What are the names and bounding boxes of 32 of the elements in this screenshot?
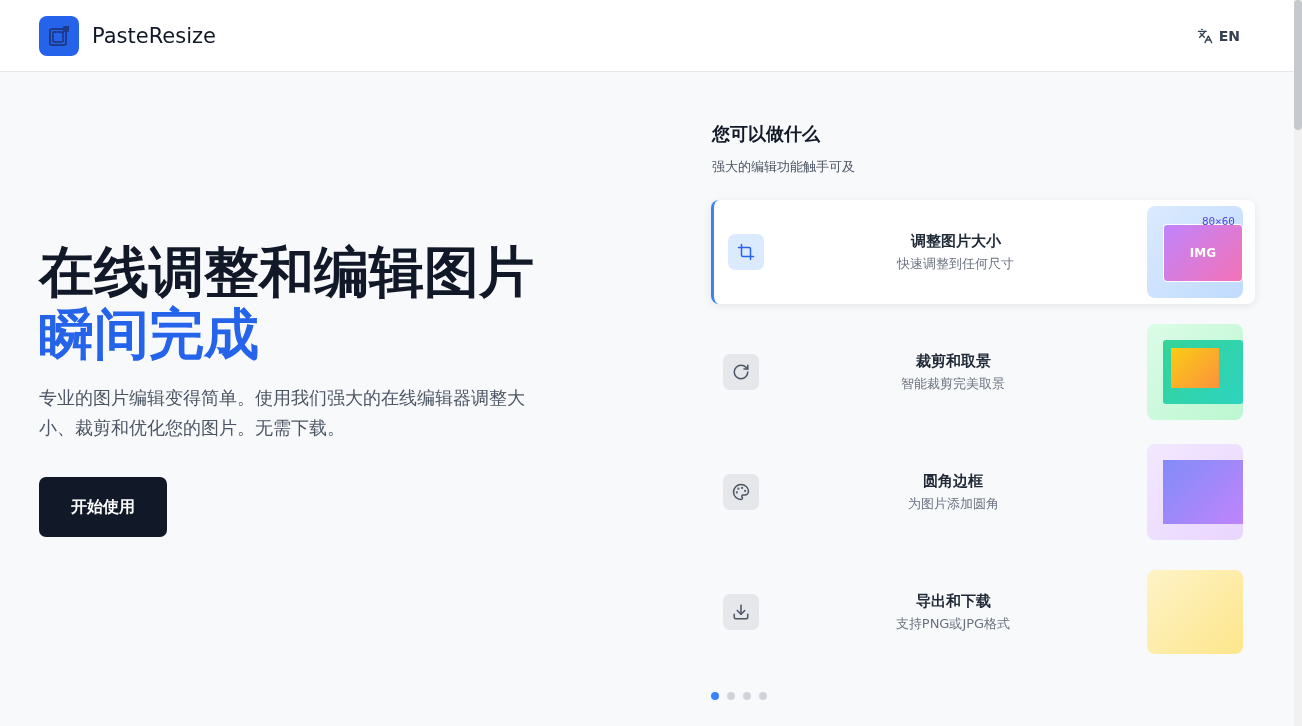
hero-description: 专业的图片编辑变得简单。使用我们强大的在线编辑器调整大小、裁剪和优化您的图片。无需下载。	[39, 386, 526, 440]
feature-card[interactable]: 导出和下载 支持PNG或JPG格式	[711, 560, 1255, 664]
palette-icon	[723, 474, 759, 510]
logo-icon	[39, 15, 79, 56]
pagination-dot[interactable]	[727, 692, 735, 700]
pagination-dot[interactable]	[743, 692, 751, 700]
feature-description: 智能裁剪完美取景	[901, 374, 1005, 393]
start-button[interactable]: 开始使用	[39, 477, 167, 537]
feature-card[interactable]: 裁剪和取景 智能裁剪完美取景	[711, 320, 1255, 424]
feature-description: 支持PNG或JPG格式	[895, 614, 1011, 633]
image-thumbnail: IMG	[1163, 224, 1243, 282]
crop-icon	[728, 234, 764, 270]
feature-title: 导出和下载	[915, 591, 991, 611]
translate-icon	[1196, 27, 1213, 44]
scrollbar[interactable]	[1294, 0, 1302, 726]
crop-area	[1171, 348, 1219, 388]
feature-title: 圆角边框	[923, 471, 983, 491]
rotate-icon	[723, 354, 759, 390]
feature-description: 为图片添加圆角	[907, 494, 999, 513]
brand-name: PasteResize	[92, 23, 216, 48]
pagination-dot[interactable]	[759, 692, 767, 700]
download-icon	[723, 594, 759, 630]
feature-title: 调整图片大小	[910, 231, 1001, 251]
language-button[interactable]: EN	[1192, 23, 1244, 48]
features-subtitle: 强大的编辑功能触手可及	[712, 158, 856, 176]
feature-title: 裁剪和取景	[915, 351, 991, 371]
feature-card[interactable]: 圆角边框 为图片添加圆角	[711, 440, 1255, 544]
feature-card[interactable]: 调整图片大小 快速调整到任何尺寸 IMG 80×60	[711, 200, 1255, 304]
hero-title: 在线调整和编辑图片 瞬间完成	[39, 241, 535, 365]
features-title: 您可以做什么	[712, 122, 821, 146]
pagination-dot[interactable]	[711, 692, 719, 700]
feature-description: 快速调整到任何尺寸	[897, 254, 1014, 273]
